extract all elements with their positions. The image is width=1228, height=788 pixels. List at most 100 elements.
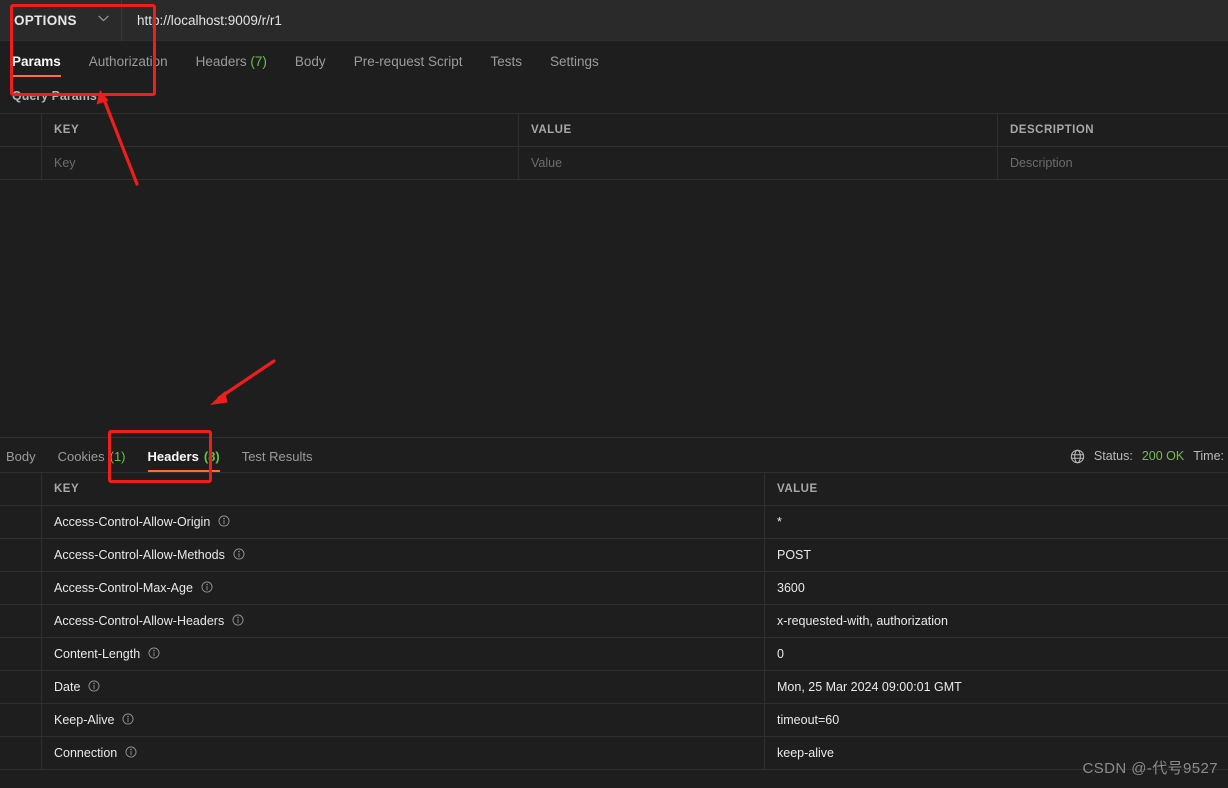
response-header-value: x-requested-with, authorization [777,614,948,628]
response-header-key: Date [54,680,81,694]
query-params-key-input[interactable]: Key [42,147,519,179]
query-params-value-input[interactable]: Value [519,147,998,179]
response-header-row-gutter [0,572,42,604]
request-tab-tests[interactable]: Tests [476,54,536,83]
response-header-row: Keep-Alive timeout=60 [0,704,1228,737]
response-header-key-cell: Access-Control-Allow-Headers [42,605,765,637]
arrow-pointing-to-response-headers-tab [210,359,276,405]
response-tab-headers-label: Headers [147,448,199,464]
query-params-header-description: DESCRIPTION [1010,124,1095,136]
response-header-key-cell: Content-Length [42,638,765,670]
response-header-row-gutter [0,638,42,670]
info-icon[interactable] [232,614,244,629]
query-params-description-placeholder: Description [1010,156,1073,170]
response-header-value: timeout=60 [777,713,840,727]
chevron-down-icon[interactable] [98,15,109,25]
response-tab-test-results-label: Test Results [241,448,313,464]
response-header-value: 0 [777,647,784,661]
query-params-section-title: Query Params [12,89,97,103]
response-header-row-gutter [0,605,42,637]
request-tab-settings[interactable]: Settings [536,54,613,83]
response-header-key: Access-Control-Max-Age [54,581,193,595]
request-tab-headers-label: Headers [195,54,247,69]
request-tab-headers-count: (7) [250,54,267,69]
csdn-watermark: CSDN @-代号9527 [1082,760,1218,777]
request-tab-bar: Params Authorization Headers (7) Body Pr… [0,41,1228,88]
status-badge: 200 OK [1141,449,1185,463]
response-tab-cookies-label: Cookies [57,448,105,464]
response-header-value: 3600 [777,581,805,595]
globe-icon[interactable] [1070,449,1085,464]
url-input[interactable]: http://localhost:9009/r/r1 [122,0,1228,41]
response-headers-table: KEY VALUE Access-Control-Allow-Origin * Ac… [0,472,1228,770]
request-tab-body[interactable]: Body [281,54,340,83]
response-tab-bar: Body Cookies (1) Headers (8) Test Result… [0,437,1228,474]
info-icon[interactable] [201,581,213,596]
response-header-row-gutter [0,671,42,703]
response-header-row-gutter [0,506,42,538]
query-params-key-placeholder: Key [54,156,76,170]
request-tab-body-label: Body [294,54,326,69]
query-params-table-row[interactable]: Key Value Description [0,147,1228,180]
query-params-table: KEY VALUE DESCRIPTION Key Value Descript… [0,113,1228,180]
status-label: Status: [1093,449,1133,463]
response-tab-test-results[interactable]: Test Results [231,438,324,475]
response-header-value: * [777,515,782,529]
request-tab-settings-label: Settings [550,54,599,69]
http-method-label: OPTIONS [14,12,77,28]
info-icon[interactable] [122,713,134,728]
response-header-row: Access-Control-Allow-Methods POST [0,539,1228,572]
response-header-row-gutter [0,737,42,769]
response-headers-header-value: VALUE [777,483,818,495]
response-headers-header-key: KEY [42,473,765,505]
request-tab-tests-label: Tests [490,54,522,69]
request-tab-pre-request-script[interactable]: Pre-request Script [340,54,477,83]
response-header-key-cell: Access-Control-Max-Age [42,572,765,604]
response-tab-body-label: Body [6,448,36,464]
info-icon[interactable] [148,647,160,662]
query-params-description-input[interactable]: Description [998,147,1228,179]
info-icon[interactable] [233,548,245,563]
response-header-value: Mon, 25 Mar 2024 09:00:01 GMT [777,680,962,694]
query-params-header-key: KEY [42,114,519,146]
info-icon[interactable] [88,680,100,695]
response-header-key-cell: Date [42,671,765,703]
response-header-row: Access-Control-Max-Age 3600 [0,572,1228,605]
query-params-header-value: VALUE [519,114,998,146]
response-tab-headers-count: (8) [203,448,220,464]
response-tab-cookies-count: (1) [109,448,126,464]
response-header-key-cell: Keep-Alive [42,704,765,736]
http-method-selector[interactable]: OPTIONS [0,0,122,41]
query-params-header-gutter [0,114,42,146]
query-params-row-checkbox[interactable] [0,147,42,179]
response-tab-body[interactable]: Body [0,438,47,475]
response-headers-header-gutter [0,473,42,505]
query-params-table-header-row: KEY VALUE DESCRIPTION [0,114,1228,147]
request-tab-headers[interactable]: Headers (7) [182,54,281,83]
info-icon[interactable] [125,746,137,761]
response-header-key-cell: Access-Control-Allow-Methods [42,539,765,571]
response-header-value: POST [777,548,812,562]
request-tab-pre-request-script-label: Pre-request Script [353,54,463,69]
response-header-row-gutter [0,539,42,571]
response-header-row: Date Mon, 25 Mar 2024 09:00:01 GMT [0,671,1228,704]
response-header-row: Content-Length 0 [0,638,1228,671]
request-tab-params[interactable]: Params [0,54,75,83]
response-header-key: Keep-Alive [54,713,115,727]
response-tab-cookies[interactable]: Cookies (1) [47,438,137,475]
response-header-key: Access-Control-Allow-Methods [54,548,225,562]
response-tab-headers[interactable]: Headers (8) [137,438,231,475]
request-tab-authorization[interactable]: Authorization [75,54,182,83]
request-tab-authorization-label: Authorization [88,54,168,69]
request-tab-params-label: Params [12,54,61,69]
response-header-row: Access-Control-Allow-Headers x-requested-… [0,605,1228,638]
response-header-key: Connection [54,746,118,760]
response-headers-header-row: KEY VALUE [0,473,1228,506]
query-params-value-placeholder: Value [531,156,563,170]
info-icon[interactable] [218,515,230,530]
response-header-key: Access-Control-Allow-Origin [54,515,211,529]
request-url-bar: OPTIONS http://localhost:9009/r/r1 [0,0,1228,41]
time-label: Time: [1193,449,1224,463]
response-header-key-cell: Access-Control-Allow-Origin [42,506,765,538]
response-header-key: Content-Length [54,647,141,661]
